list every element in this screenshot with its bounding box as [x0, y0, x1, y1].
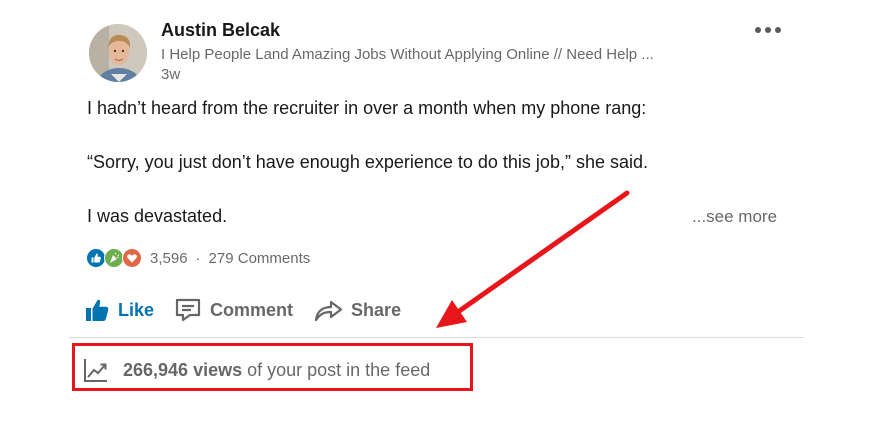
like-reaction-icon: [86, 248, 106, 268]
post-actions-bar: Like Comment Share: [84, 290, 421, 330]
ellipsis-dot-icon: [755, 27, 761, 33]
post-text-line: I was devastated.: [87, 206, 228, 226]
ellipsis-dot-icon: [775, 27, 781, 33]
celebrate-reaction-icon: [104, 248, 124, 268]
views-suffix: of your post in the feed: [247, 359, 431, 380]
author-name[interactable]: Austin Belcak: [161, 20, 280, 41]
social-counts: 3,596 · 279 Comments: [86, 247, 310, 269]
separator-dot: ·: [195, 249, 201, 267]
share-arrow-icon: [314, 300, 343, 322]
reaction-count[interactable]: 3,596: [150, 250, 188, 267]
see-more-link[interactable]: ...see more: [692, 207, 777, 227]
ellipsis-dot-icon: [765, 27, 771, 33]
share-button[interactable]: Share: [313, 297, 401, 323]
love-reaction-icon: [122, 248, 142, 268]
like-label: Like: [118, 299, 155, 320]
comment-icon: [175, 298, 201, 322]
comments-count-link[interactable]: 279 Comments: [209, 250, 311, 267]
views-count: 266,946 views: [123, 359, 243, 380]
post-views-link[interactable]: 266,946 views of your post in the feed: [83, 357, 430, 383]
author-headline: I Help People Land Amazing Jobs Without …: [161, 46, 654, 63]
reaction-icons[interactable]: [86, 248, 142, 268]
post-timestamp: 3w: [161, 66, 181, 83]
divider: [69, 337, 804, 338]
annotation-arrow-line: [452, 190, 630, 317]
analytics-trend-icon: [84, 359, 107, 382]
comment-button[interactable]: Comment: [174, 297, 293, 323]
avatar-photo: [89, 24, 147, 82]
annotation-arrow-head: [436, 300, 467, 328]
share-label: Share: [351, 299, 402, 320]
post-text-line: I hadn’t heard from the recruiter in ove…: [87, 98, 647, 118]
thumbs-up-icon: [86, 299, 109, 321]
post-text-line: “Sorry, you just don’t have enough exper…: [87, 152, 648, 172]
like-button[interactable]: Like: [84, 297, 154, 323]
comment-label: Comment: [210, 299, 294, 320]
author-avatar[interactable]: [89, 24, 147, 82]
feed-post: Austin Belcak I Help People Land Amazing…: [0, 0, 885, 436]
more-options-button[interactable]: [755, 20, 787, 40]
